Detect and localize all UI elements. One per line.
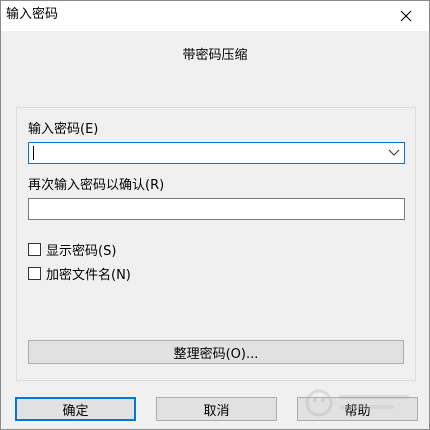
password-label: 输入密码(E) (28, 122, 99, 137)
show-password-checkbox[interactable]: 显示密码(S) (28, 241, 117, 259)
show-password-label: 显示密码(S) (46, 243, 117, 259)
text-caret (33, 146, 34, 160)
close-button[interactable] (383, 1, 429, 31)
watermark-logo (305, 389, 409, 417)
cancel-button[interactable]: 取消 (156, 397, 277, 421)
organize-passwords-button[interactable]: 整理密码(O)... (28, 340, 404, 364)
checkbox-box[interactable] (28, 242, 41, 256)
chevron-down-icon[interactable] (388, 148, 400, 158)
ok-button[interactable]: 确定 (15, 397, 136, 421)
encrypt-filenames-checkbox[interactable]: 加密文件名(N) (28, 265, 131, 283)
confirm-password-box[interactable] (28, 198, 405, 220)
dialog-heading: 带密码压缩 (182, 48, 248, 63)
password-combobox[interactable] (28, 142, 405, 164)
password-input[interactable] (32, 144, 377, 162)
confirm-password-input[interactable] (32, 200, 401, 219)
encrypt-filenames-label: 加密文件名(N) (46, 267, 131, 283)
checkbox-box[interactable] (28, 266, 41, 280)
title-bar: 输入密码 (1, 1, 429, 31)
close-icon (400, 10, 412, 22)
confirm-password-label: 再次输入密码以确认(R) (28, 178, 165, 193)
window-title: 输入密码 (6, 7, 59, 22)
dialog-content: 带密码压缩 输入密码(E) 再次输入密码以确认(R) 显示密码(S) 加密文件名… (1, 31, 429, 429)
password-dialog: 输入密码 带密码压缩 输入密码(E) 再次输入密码以确认(R) 显示密码(S) (0, 0, 430, 430)
